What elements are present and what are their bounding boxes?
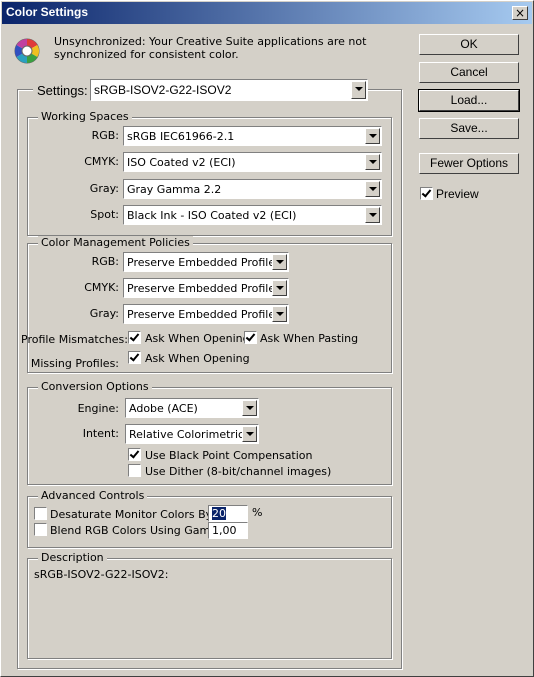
use-dither-label: Use Dither (8-bit/channel images) <box>145 465 332 478</box>
use-dither-checkbox[interactable] <box>128 464 141 477</box>
policy-cmyk-value: Preserve Embedded Profiles <box>127 282 281 295</box>
ws-gray-label: Gray: <box>89 182 119 195</box>
ask-when-opening-label: Ask When Opening <box>145 332 250 345</box>
policy-rgb-value: Preserve Embedded Profiles <box>127 256 281 269</box>
black-point-compensation-checkbox[interactable] <box>128 448 141 461</box>
missing-ask-when-opening-label: Ask When Opening <box>145 352 250 365</box>
engine-label: Engine: <box>77 402 119 415</box>
ok-button[interactable]: OK <box>419 34 519 55</box>
desaturate-unit: % <box>252 506 263 519</box>
save-button[interactable]: Save... <box>419 118 519 139</box>
blend-gamma-label: Blend RGB Colors Using Gamma: <box>50 524 232 537</box>
ws-cmyk-value: ISO Coated v2 (ECI) <box>127 156 236 169</box>
ws-gray-value: Gray Gamma 2.2 <box>127 183 222 196</box>
ws-cmyk-dropdown[interactable]: ISO Coated v2 (ECI) <box>123 152 382 172</box>
desaturate-label: Desaturate Monitor Colors By: <box>50 508 216 521</box>
chevron-down-icon[interactable] <box>365 154 380 170</box>
desaturate-value: 20 <box>212 507 226 520</box>
chevron-down-icon[interactable] <box>272 254 287 270</box>
policies-title: Color Management Policies <box>38 236 193 249</box>
chevron-down-icon[interactable] <box>365 207 380 223</box>
ws-spot-label: Spot: <box>90 208 119 221</box>
missing-ask-when-opening-checkbox[interactable] <box>128 351 141 364</box>
sync-message-line2: synchronized for consistent color. <box>54 48 239 61</box>
sync-message-line1: Unsynchronized: Your Creative Suite appl… <box>54 35 367 48</box>
chevron-down-icon[interactable] <box>351 81 366 99</box>
desaturate-input[interactable]: 20 <box>208 505 248 522</box>
policy-gray-dropdown[interactable]: Preserve Embedded Profiles <box>123 304 289 324</box>
policy-rgb-dropdown[interactable]: Preserve Embedded Profiles <box>123 252 289 272</box>
ws-rgb-value: sRGB IEC61966-2.1 <box>127 130 235 143</box>
load-button[interactable]: Load... <box>418 89 520 112</box>
window-title: Color Settings <box>6 5 89 19</box>
ask-when-opening-checkbox[interactable] <box>128 331 141 344</box>
title-bar[interactable]: Color Settings × <box>2 2 532 24</box>
settings-value: sRGB-ISOV2-G22-ISOV2 <box>94 83 232 97</box>
advanced-title: Advanced Controls <box>38 489 148 502</box>
ws-spot-dropdown[interactable]: Black Ink - ISO Coated v2 (ECI) <box>123 205 382 225</box>
conversion-title: Conversion Options <box>38 380 152 393</box>
chevron-down-icon[interactable] <box>365 181 380 197</box>
ask-when-pasting-label: Ask When Pasting <box>260 332 359 345</box>
engine-value: Adobe (ACE) <box>129 402 198 415</box>
chevron-down-icon[interactable] <box>365 128 380 144</box>
fewer-options-button[interactable]: Fewer Options <box>419 153 519 174</box>
chevron-down-icon[interactable] <box>242 426 257 442</box>
ws-rgb-dropdown[interactable]: sRGB IEC61966-2.1 <box>123 126 382 146</box>
policy-gray-label: Gray: <box>89 307 119 320</box>
blend-gamma-input[interactable]: 1,00 <box>208 522 248 539</box>
intent-value: Relative Colorimetric <box>129 428 245 441</box>
policy-cmyk-dropdown[interactable]: Preserve Embedded Profiles <box>123 278 289 298</box>
ws-rgb-label: RGB: <box>91 129 119 142</box>
profile-mismatches-label: Profile Mismatches: <box>21 333 128 346</box>
description-title: Description <box>38 551 107 564</box>
ask-when-pasting-checkbox[interactable] <box>244 331 257 344</box>
intent-label: Intent: <box>82 427 119 440</box>
chevron-down-icon[interactable] <box>242 400 257 416</box>
cancel-button[interactable]: Cancel <box>419 62 519 83</box>
preview-label: Preview <box>436 187 479 201</box>
working-spaces-title: Working Spaces <box>38 110 132 123</box>
policy-cmyk-label: CMYK: <box>84 281 119 294</box>
policy-rgb-label: RGB: <box>91 255 119 268</box>
settings-label: Settings: <box>33 83 92 98</box>
blend-gamma-checkbox[interactable] <box>34 523 47 536</box>
desaturate-checkbox[interactable] <box>34 507 47 520</box>
close-button[interactable]: × <box>512 6 528 20</box>
policy-gray-value: Preserve Embedded Profiles <box>127 308 281 321</box>
intent-dropdown[interactable]: Relative Colorimetric <box>125 424 259 444</box>
ws-spot-value: Black Ink - ISO Coated v2 (ECI) <box>127 209 297 222</box>
color-wheel-icon <box>13 37 41 65</box>
engine-dropdown[interactable]: Adobe (ACE) <box>125 398 259 418</box>
preview-checkbox[interactable] <box>420 187 433 200</box>
description-text: sRGB-ISOV2-G22-ISOV2: <box>34 568 169 581</box>
color-settings-dialog: Color Settings × Unsynchronized: Your Cr… <box>0 0 534 677</box>
chevron-down-icon[interactable] <box>272 306 287 322</box>
ws-cmyk-label: CMYK: <box>84 155 119 168</box>
ws-gray-dropdown[interactable]: Gray Gamma 2.2 <box>123 179 382 199</box>
missing-profiles-label: Missing Profiles: <box>30 357 119 370</box>
chevron-down-icon[interactable] <box>272 280 287 296</box>
settings-dropdown[interactable]: sRGB-ISOV2-G22-ISOV2 <box>90 79 368 101</box>
black-point-compensation-label: Use Black Point Compensation <box>145 449 313 462</box>
